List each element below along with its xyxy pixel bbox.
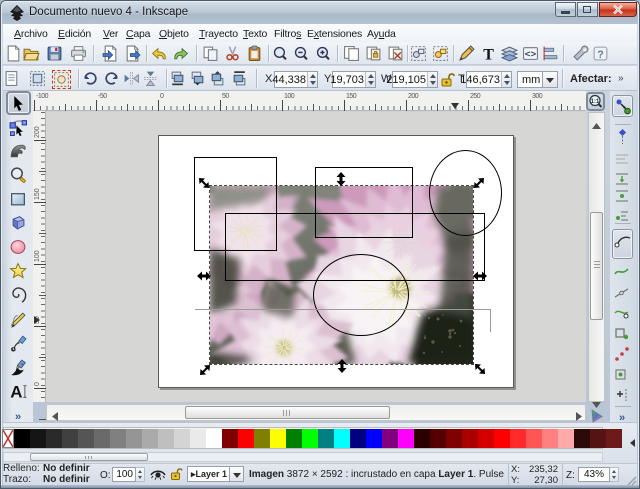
svg-text:T: T (483, 46, 494, 62)
svg-text:<>: <> (525, 49, 537, 60)
svg-text:?: ? (597, 49, 603, 61)
svg-text:A: A (10, 382, 22, 400)
